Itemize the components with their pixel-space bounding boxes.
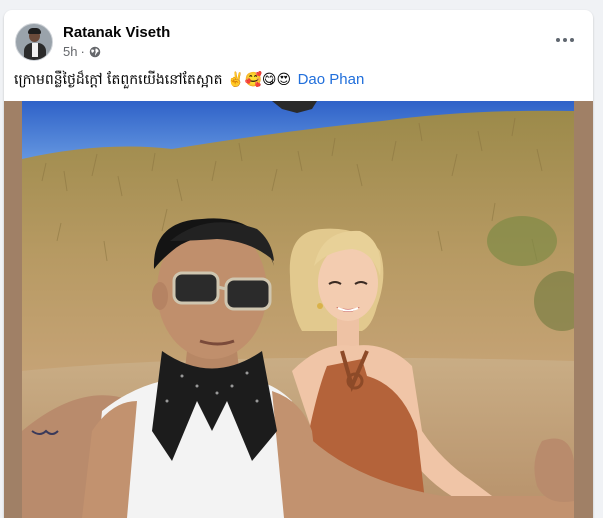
photo-frame: [4, 101, 593, 518]
author-avatar[interactable]: [15, 23, 53, 61]
selfie-photo-illustration: [22, 101, 574, 518]
more-dot: [563, 38, 567, 42]
heart-eyes-emoji: 😍: [276, 72, 292, 88]
smiling-face-hearts-emoji: 🥰: [244, 72, 262, 88]
author-name-link[interactable]: Ratanak Viseth: [63, 24, 170, 41]
post-meta: 5h ·: [63, 44, 101, 59]
avatar-hair-shape: [28, 28, 41, 34]
more-dot: [570, 38, 574, 42]
tagged-user-link[interactable]: Dao Phan: [298, 71, 365, 88]
caption-text: ក្រោមពន្លឺថ្ងៃដ៏ក្តៅ តែពួកយើងនៅតែស្អាត: [14, 72, 223, 88]
globe-icon[interactable]: [89, 46, 101, 58]
post-card: Ratanak Viseth 5h · ក្រោមពន្លឺថ្ងៃដ៏ក្តៅ…: [4, 10, 593, 518]
more-options-button[interactable]: [551, 32, 579, 48]
post-photo[interactable]: [22, 101, 574, 518]
post-caption: ក្រោមពន្លឺថ្ងៃដ៏ក្តៅ តែពួកយើងនៅតែស្អាត ✌…: [14, 70, 584, 90]
more-dot: [556, 38, 560, 42]
post-header: Ratanak Viseth 5h ·: [4, 10, 593, 66]
meta-separator: ·: [80, 44, 85, 59]
post-timestamp[interactable]: 5h: [63, 44, 77, 59]
feed-page: Ratanak Viseth 5h · ក្រោមពន្លឺថ្ងៃដ៏ក្តៅ…: [0, 0, 603, 518]
victory-hand-emoji: ✌️: [227, 72, 245, 88]
face-savoring-food-emoji: 😋: [261, 72, 277, 88]
shrub-shape: [487, 216, 557, 266]
avatar-shirt-shape: [32, 43, 38, 57]
